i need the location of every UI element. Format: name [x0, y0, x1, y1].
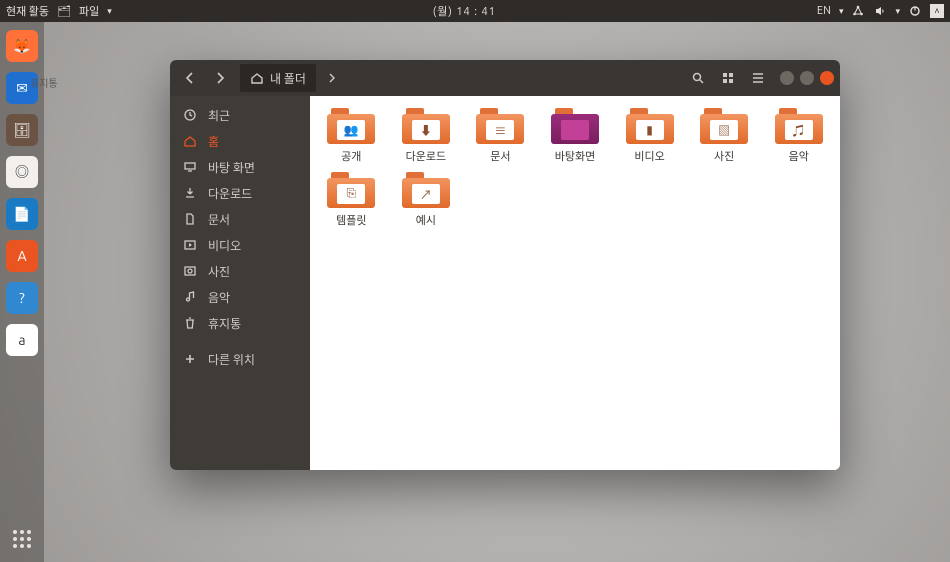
folder-label: 사진 — [714, 148, 734, 164]
dock-app-rhythmbox[interactable]: ◎ — [6, 156, 38, 188]
sidebar-item-photo[interactable]: 사진 — [170, 258, 310, 284]
folder-label: 예시 — [416, 212, 436, 228]
sidebar-item-document[interactable]: 문서 — [170, 206, 310, 232]
dock-app-files[interactable]: 🗄 — [6, 114, 38, 146]
sidebar-item-label: 바탕 화면 — [208, 159, 255, 176]
photo-icon — [182, 264, 198, 278]
folder-icon: ♫ — [775, 108, 823, 144]
sidebar-item-label: 홈 — [208, 133, 219, 150]
dropdown-icon: ▾ — [839, 6, 844, 17]
volume-icon[interactable] — [873, 4, 887, 18]
folder-icon: ⎘ — [327, 172, 375, 208]
maximize-button[interactable] — [800, 71, 814, 85]
folder-label: 비디오 — [634, 148, 664, 164]
folder-label: 템플릿 — [336, 212, 366, 228]
sidebar-item-clock[interactable]: 최근 — [170, 102, 310, 128]
home-icon — [182, 134, 198, 148]
desktop-icon — [182, 160, 198, 174]
folder-icon: ▧ — [700, 108, 748, 144]
folder-item[interactable]: ⬇ 다운로드 — [392, 108, 460, 164]
folder-item[interactable]: ▮ 비디오 — [616, 108, 684, 164]
app-name[interactable]: 파일 — [79, 3, 99, 19]
desktop-trash-label[interactable]: 휴지통 — [30, 75, 58, 90]
sidebar-item-label: 최근 — [208, 107, 230, 124]
sidebar-item-home[interactable]: 홈 — [170, 128, 310, 154]
clock-icon — [182, 108, 198, 122]
folder-icon: ▮ — [626, 108, 674, 144]
folder-icon: 👥 — [327, 108, 375, 144]
window-controls — [780, 71, 834, 85]
back-button[interactable] — [176, 65, 204, 91]
sidebar: 최근홈바탕 화면다운로드문서비디오사진음악휴지통다른 위치 — [170, 96, 310, 470]
folder-icon — [551, 108, 599, 144]
sidebar-item-label: 휴지통 — [208, 315, 241, 332]
folder-item[interactable]: ♫ 음악 — [765, 108, 833, 164]
folder-label: 다운로드 — [406, 148, 446, 164]
close-button[interactable] — [820, 71, 834, 85]
sidebar-item-plus[interactable]: 다른 위치 — [170, 346, 310, 372]
folder-icon: ≡ — [476, 108, 524, 144]
path-next-button[interactable] — [318, 65, 346, 91]
music-icon — [182, 290, 198, 304]
sidebar-item-desktop[interactable]: 바탕 화면 — [170, 154, 310, 180]
dropdown-icon: ▾ — [895, 6, 900, 17]
plus-icon — [182, 352, 198, 366]
folder-item[interactable]: ≡ 문서 — [466, 108, 534, 164]
search-button[interactable] — [684, 65, 712, 91]
top-bar: 현재 활동 🗂 파일 ▾ (월) 14 : 41 EN ▾ ▾ ˄ — [0, 0, 950, 22]
dock-app-firefox[interactable]: 🦊 — [6, 30, 38, 62]
sidebar-item-label: 비디오 — [208, 237, 241, 254]
input-language[interactable]: EN — [817, 5, 831, 17]
view-toggle-button[interactable] — [714, 65, 742, 91]
sidebar-item-label: 다운로드 — [208, 185, 252, 202]
power-icon[interactable] — [908, 4, 922, 18]
sidebar-item-trash[interactable]: 휴지통 — [170, 310, 310, 336]
folder-item[interactable]: ▧ 사진 — [690, 108, 758, 164]
folder-icon: ↗ — [402, 172, 450, 208]
path-chip[interactable]: 내 폴더 — [240, 64, 316, 92]
dropdown-icon: ▾ — [107, 6, 112, 17]
folder-label: 바탕화면 — [555, 148, 595, 164]
folder-view[interactable]: 👥 공개 ⬇ 다운로드 ≡ 문서 바탕화면 ▮ 비디오 ▧ 사진 ♫ 음악 ⎘ 템플릿 ↗ 예시 — [310, 96, 840, 470]
folder-item[interactable]: 👥 공개 — [317, 108, 385, 164]
network-icon[interactable] — [851, 4, 865, 18]
folder-item[interactable]: ⎘ 템플릿 — [317, 172, 385, 228]
folder-label: 공개 — [341, 148, 361, 164]
home-icon — [250, 71, 264, 85]
minimize-button[interactable] — [780, 71, 794, 85]
path-label: 내 폴더 — [270, 70, 306, 87]
forward-button[interactable] — [206, 65, 234, 91]
chevron-up-icon[interactable]: ˄ — [930, 4, 944, 18]
dock-app-help[interactable]: ? — [6, 282, 38, 314]
folder-icon: ⬇ — [402, 108, 450, 144]
folder-item[interactable]: 바탕화면 — [541, 108, 609, 164]
activities-button[interactable]: 현재 활동 — [6, 3, 49, 19]
hamburger-menu-button[interactable] — [744, 65, 772, 91]
video-icon — [182, 238, 198, 252]
files-window: 내 폴더 최근홈바탕 화면다운로드문서비디오사진음악휴지통다른 위치 👥공개⬇다… — [170, 60, 840, 470]
launcher-dock: 🦊✉🗄◎📄A?a — [0, 22, 44, 562]
dock-app-software[interactable]: A — [6, 240, 38, 272]
sidebar-item-video[interactable]: 비디오 — [170, 232, 310, 258]
dock-app-writer[interactable]: 📄 — [6, 198, 38, 230]
titlebar: 내 폴더 — [170, 60, 840, 96]
app-icon: 🗂 — [57, 4, 71, 18]
sidebar-item-label: 음악 — [208, 289, 230, 306]
sidebar-item-download[interactable]: 다운로드 — [170, 180, 310, 206]
app-grid-button[interactable] — [13, 530, 31, 548]
download-icon — [182, 186, 198, 200]
trash-icon — [182, 316, 198, 330]
folder-item[interactable]: ↗ 예시 — [392, 172, 460, 228]
sidebar-item-label: 문서 — [208, 211, 230, 228]
document-icon — [182, 212, 198, 226]
sidebar-item-music[interactable]: 음악 — [170, 284, 310, 310]
clock[interactable]: (월) 14 : 41 — [433, 3, 496, 19]
folder-label: 문서 — [490, 148, 510, 164]
folder-label: 음악 — [789, 148, 809, 164]
dock-app-amazon[interactable]: a — [6, 324, 38, 356]
sidebar-item-label: 사진 — [208, 263, 230, 280]
sidebar-item-label: 다른 위치 — [208, 351, 255, 368]
